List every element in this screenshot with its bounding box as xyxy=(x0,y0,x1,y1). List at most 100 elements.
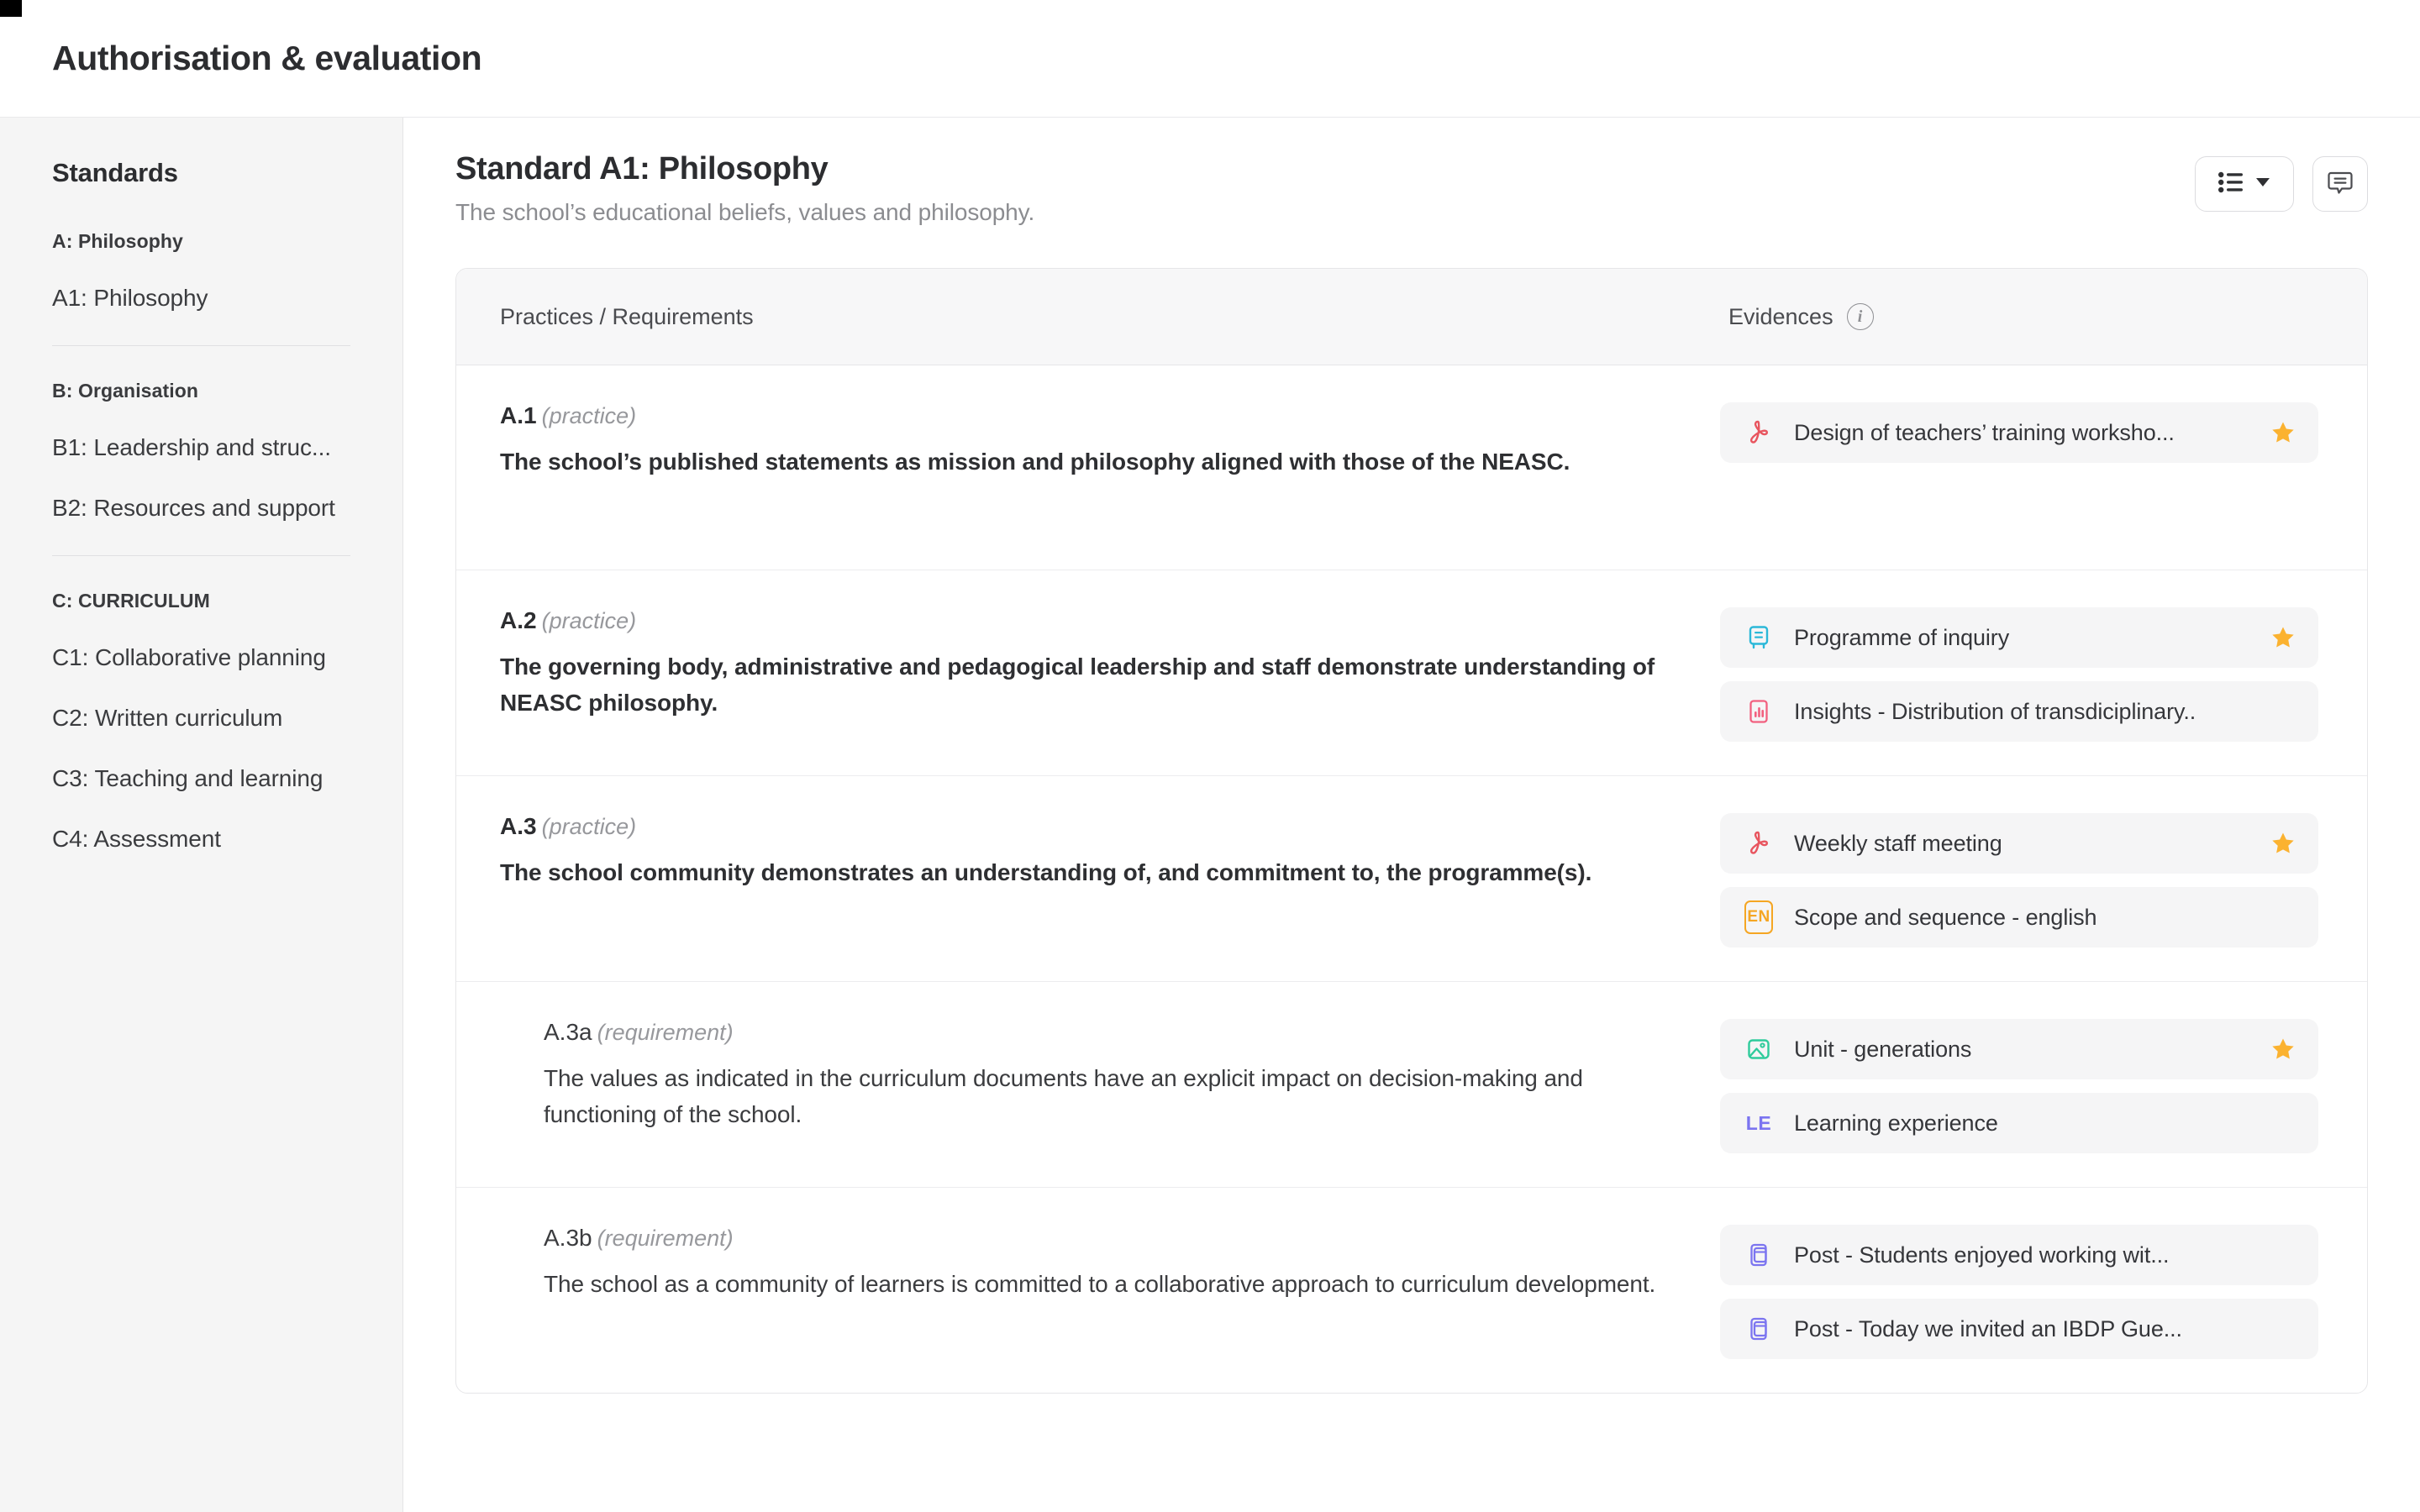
sidebar-item-b1[interactable]: B1: Leadership and struc... xyxy=(52,434,350,461)
page-title: Authorisation & evaluation xyxy=(52,39,481,78)
practice-kind: (practice) xyxy=(542,814,637,839)
practice-statement: The values as indicated in the curriculu… xyxy=(544,1061,1670,1132)
evidence-label: Scope and sequence - english xyxy=(1794,905,2268,931)
board-icon xyxy=(1742,621,1776,654)
sidebar-item-b2[interactable]: B2: Resources and support xyxy=(52,495,350,522)
evidences-cell: Post - Students enjoyed working wit... Po… xyxy=(1720,1225,2367,1359)
en-badge-box: EN xyxy=(1744,900,1773,934)
practice-cell: A.3a(requirement) The values as indicated… xyxy=(456,1019,1720,1132)
evidences-cell: Programme of inquiry Insights - Distribut… xyxy=(1720,607,2367,742)
evidence-chip[interactable]: LELearning experience xyxy=(1720,1093,2318,1153)
practice-code-line: A.3b(requirement) xyxy=(544,1225,1670,1252)
table-row: A.3a(requirement) The values as indicated… xyxy=(456,982,2367,1188)
sidebar-divider xyxy=(52,345,350,346)
table-body: A.1(practice)The school’s published stat… xyxy=(456,365,2367,1393)
star-icon[interactable] xyxy=(2268,830,2298,857)
evidence-chip[interactable]: Weekly staff meeting xyxy=(1720,813,2318,874)
evidence-label: Unit - generations xyxy=(1794,1037,2268,1063)
practice-code-line: A.3a(requirement) xyxy=(544,1019,1670,1046)
sidebar-item-a1[interactable]: A1: Philosophy xyxy=(52,285,350,312)
evidence-label: Programme of inquiry xyxy=(1794,625,2268,651)
post-icon xyxy=(1742,1238,1776,1272)
star-icon[interactable] xyxy=(2268,1036,2298,1063)
sidebar-item-c4[interactable]: C4: Assessment xyxy=(52,826,350,853)
evidences-cell: Unit - generations LELearning experience xyxy=(1720,1019,2367,1153)
bar-chart-icon xyxy=(1742,695,1776,728)
top-bar: Authorisation & evaluation xyxy=(0,0,2420,118)
le-badge-text: LE xyxy=(1746,1112,1771,1135)
evidence-chip[interactable]: Design of teachers’ training worksho... xyxy=(1720,402,2318,463)
sidebar-item-c3[interactable]: C3: Teaching and learning xyxy=(52,765,350,792)
evidence-chip[interactable]: Post - Students enjoyed working wit... xyxy=(1720,1225,2318,1285)
sidebar: Standards A: PhilosophyA1: PhilosophyB: … xyxy=(0,118,403,1512)
evidence-label: Design of teachers’ training worksho... xyxy=(1794,420,2268,446)
pdf-icon xyxy=(1742,416,1776,449)
practices-table: Practices / Requirements Evidences i A.1… xyxy=(455,268,2368,1394)
table-row: A.3b(requirement) The school as a communi… xyxy=(456,1188,2367,1393)
practice-kind: (requirement) xyxy=(597,1020,734,1045)
main-content: Standard A1: Philosophy The school’s edu… xyxy=(403,118,2420,1512)
star-icon[interactable] xyxy=(2268,419,2298,446)
image-icon xyxy=(1742,1032,1776,1066)
practice-cell: A.2(practice) The governing body, adminis… xyxy=(456,607,1720,721)
sidebar-divider xyxy=(52,555,350,556)
evidence-label: Insights - Distribution of transdiciplin… xyxy=(1794,699,2268,725)
evidences-cell: Design of teachers’ training worksho... xyxy=(1720,402,2367,463)
evidence-chip[interactable]: EN Scope and sequence - english xyxy=(1720,887,2318,948)
bullet-list-icon xyxy=(2218,171,2244,197)
sidebar-item-c2[interactable]: C2: Written curriculum xyxy=(52,705,350,732)
column-header-evidences-label: Evidences xyxy=(1728,304,1833,330)
standard-heading-block: Standard A1: Philosophy The school’s edu… xyxy=(455,151,1034,226)
practice-cell: A.3(practice) The school community demons… xyxy=(456,813,1720,891)
post-icon xyxy=(1742,1312,1776,1346)
column-header-practices: Practices / Requirements xyxy=(456,304,1728,330)
sidebar-group-header: B: Organisation xyxy=(52,380,350,402)
column-header-evidences: Evidences i xyxy=(1728,303,2367,330)
page-body: Standards A: PhilosophyA1: PhilosophyB: … xyxy=(0,118,2420,1512)
practice-code: A.2 xyxy=(500,607,537,633)
practice-code-line: A.3(practice) xyxy=(500,813,1670,840)
evidence-chip[interactable]: Unit - generations xyxy=(1720,1019,2318,1079)
practice-code: A.3 xyxy=(500,813,537,839)
en-badge-text: EN xyxy=(1747,908,1770,927)
pdf-icon xyxy=(1742,827,1776,860)
evidence-chip[interactable]: Insights - Distribution of transdiciplin… xyxy=(1720,681,2318,742)
practice-code: A.3a xyxy=(544,1019,592,1045)
table-row: A.2(practice) The governing body, adminis… xyxy=(456,570,2367,776)
comments-button[interactable] xyxy=(2312,156,2368,212)
chevron-down-icon xyxy=(2255,176,2270,192)
practice-statement: The school’s published statements as mis… xyxy=(500,444,1670,480)
list-view-dropdown-button[interactable] xyxy=(2195,156,2294,212)
sidebar-group: A: Philosophy A1: Philosophy xyxy=(52,230,350,312)
standard-subtitle: The school’s educational beliefs, values… xyxy=(455,199,1034,226)
practice-cell: A.3b(requirement) The school as a communi… xyxy=(456,1225,1720,1303)
main-header: Standard A1: Philosophy The school’s edu… xyxy=(455,151,2368,226)
practice-statement: The governing body, administrative and p… xyxy=(500,649,1670,721)
practice-code-line: A.2(practice) xyxy=(500,607,1670,634)
sidebar-item-c1[interactable]: C1: Collaborative planning xyxy=(52,644,350,671)
en-badge-icon: EN xyxy=(1742,900,1776,934)
star-icon[interactable] xyxy=(2268,624,2298,651)
evidence-chip[interactable]: Programme of inquiry xyxy=(1720,607,2318,668)
practice-code-line: A.1(practice) xyxy=(500,402,1670,429)
table-row: A.1(practice) The school’s published stat… xyxy=(456,365,2367,570)
practice-statement: The school as a community of learners is… xyxy=(544,1267,1670,1303)
comment-bubble-icon xyxy=(2326,168,2354,201)
evidences-cell: Weekly staff meeting EN Scope and sequence… xyxy=(1720,813,2367,948)
evidence-label: Post - Students enjoyed working wit... xyxy=(1794,1242,2268,1268)
sidebar-group-header: C: CURRICULUM xyxy=(52,590,350,612)
info-icon[interactable]: i xyxy=(1847,303,1874,330)
sidebar-group-header: A: Philosophy xyxy=(52,230,350,253)
standard-title: Standard A1: Philosophy xyxy=(455,151,1034,187)
practice-statement: The school community demonstrates an und… xyxy=(500,855,1670,891)
le-text-icon: LE xyxy=(1742,1106,1776,1140)
sidebar-group: C: CURRICULUM C1: Collaborative planning C… xyxy=(52,590,350,853)
practice-kind: (practice) xyxy=(542,608,637,633)
table-row: A.3(practice) The school community demons… xyxy=(456,776,2367,982)
practice-kind: (practice) xyxy=(542,403,637,428)
header-actions xyxy=(2195,151,2368,212)
window-corner-mark xyxy=(0,0,22,17)
evidence-chip[interactable]: Post - Today we invited an IBDP Gue... xyxy=(1720,1299,2318,1359)
practice-code: A.1 xyxy=(500,402,537,428)
practice-kind: (requirement) xyxy=(597,1226,734,1251)
